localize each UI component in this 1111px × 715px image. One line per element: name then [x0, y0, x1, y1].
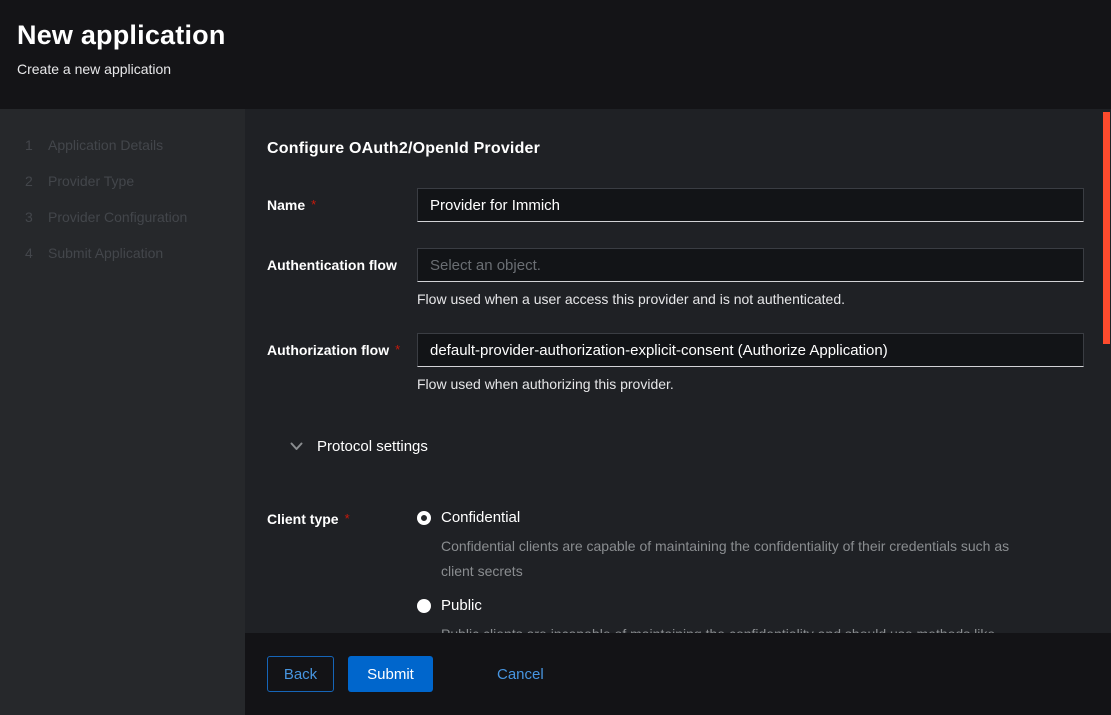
wizard-step-provider-configuration[interactable]: 3 Provider Configuration	[25, 209, 245, 225]
submit-button[interactable]: Submit	[348, 656, 433, 692]
step-number: 2	[25, 173, 48, 189]
step-number: 4	[25, 245, 48, 261]
page-subtitle: Create a new application	[17, 61, 1087, 77]
wizard-footer: Back Submit Cancel	[245, 633, 1111, 715]
radio-public[interactable]: Public	[417, 597, 1084, 614]
required-asterisk: *	[311, 197, 316, 212]
authorization-flow-label: Authorization flow*	[267, 333, 417, 358]
name-label: Name*	[267, 188, 417, 213]
radio-selected-icon[interactable]	[417, 511, 431, 525]
step-label: Provider Type	[48, 173, 134, 189]
client-type-radio-group: Confidential Confidential clients are ca…	[417, 509, 1084, 633]
wizard-header: New application Create a new application	[0, 0, 1111, 109]
wizard-step-submit-application[interactable]: 4 Submit Application	[25, 245, 245, 261]
name-input[interactable]	[417, 188, 1084, 222]
authorization-flow-form-row: Authorization flow* Flow used when autho…	[267, 333, 1084, 392]
required-asterisk: *	[345, 511, 350, 526]
authentication-flow-input[interactable]	[417, 248, 1084, 282]
client-type-option-public: Public Public clients are incapable of m…	[417, 597, 1084, 633]
step-label: Application Details	[48, 137, 163, 153]
protocol-settings-toggle[interactable]: Protocol settings	[267, 438, 1084, 455]
scrollbar-thumb[interactable]	[1103, 112, 1110, 344]
step-number: 3	[25, 209, 48, 225]
required-asterisk: *	[395, 342, 400, 357]
protocol-settings-label: Protocol settings	[317, 438, 428, 455]
back-button[interactable]: Back	[267, 656, 334, 692]
wizard-nav: 1 Application Details 2 Provider Type 3 …	[0, 109, 245, 715]
step-label: Provider Configuration	[48, 209, 187, 225]
radio-unselected-icon[interactable]	[417, 599, 431, 613]
chevron-down-icon	[290, 442, 303, 451]
step-number: 1	[25, 137, 48, 153]
wizard-main: Configure OAuth2/OpenId Provider Name* A…	[245, 109, 1111, 715]
public-description: Public clients are incapable of maintain…	[441, 622, 1041, 633]
client-type-option-confidential: Confidential Confidential clients are ca…	[417, 509, 1084, 584]
confidential-description: Confidential clients are capable of main…	[441, 534, 1041, 584]
wizard-step-provider-type[interactable]: 2 Provider Type	[25, 173, 245, 189]
authorization-flow-help: Flow used when authorizing this provider…	[417, 376, 1084, 392]
page-title: New application	[17, 18, 1087, 52]
client-type-form-row: Client type* Confidential Confidential c…	[267, 509, 1084, 633]
form-scroll-area: Configure OAuth2/OpenId Provider Name* A…	[245, 109, 1111, 633]
authorization-flow-input[interactable]	[417, 333, 1084, 367]
form-heading: Configure OAuth2/OpenId Provider	[267, 140, 1084, 158]
wizard-step-application-details[interactable]: 1 Application Details	[25, 137, 245, 153]
radio-confidential[interactable]: Confidential	[417, 509, 1084, 526]
authentication-flow-label: Authentication flow	[267, 248, 417, 273]
authentication-flow-help: Flow used when a user access this provid…	[417, 291, 1084, 307]
client-type-label: Client type*	[267, 509, 417, 527]
name-form-row: Name*	[267, 188, 1084, 222]
step-label: Submit Application	[48, 245, 163, 261]
authentication-flow-form-row: Authentication flow Flow used when a use…	[267, 248, 1084, 307]
new-application-wizard: New application Create a new application…	[0, 0, 1111, 715]
cancel-button[interactable]: Cancel	[497, 666, 544, 683]
